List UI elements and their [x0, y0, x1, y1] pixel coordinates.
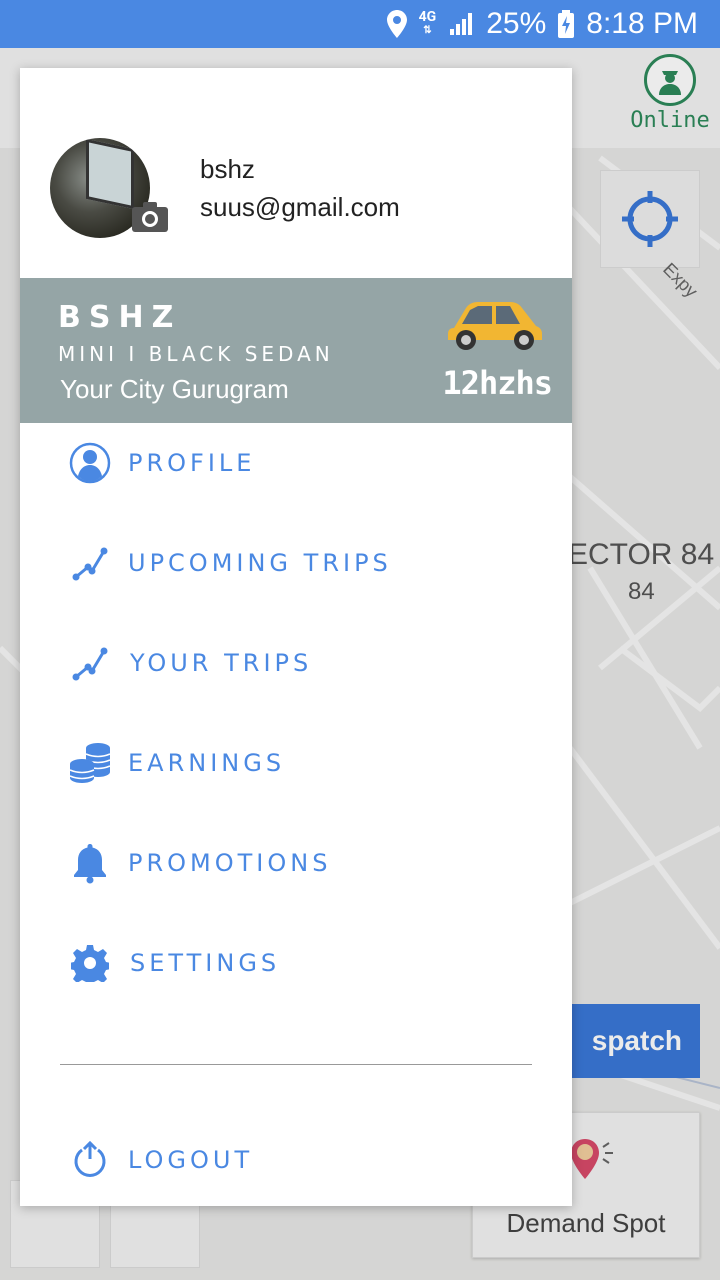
menu-label-promotions: PROMOTIONS: [128, 849, 332, 877]
gear-icon: [68, 941, 112, 985]
camera-icon[interactable]: [132, 202, 168, 236]
coins-icon: [68, 741, 112, 785]
car-icon: [444, 298, 544, 354]
menu-label-logout: LOGOUT: [128, 1146, 254, 1174]
menu-item-settings[interactable]: SETTINGS: [20, 923, 572, 1003]
clock: 8:18 PM: [586, 7, 698, 40]
vehicle-type: MINI I BLACK SEDAN: [58, 342, 334, 366]
route-icon: [68, 541, 112, 585]
user-email: suus@gmail.com: [200, 192, 400, 222]
menu-label-your-trips: YOUR TRIPS: [130, 649, 313, 677]
location-icon: [386, 10, 407, 38]
user-name: bshz: [200, 154, 255, 184]
drawer-header: bshz suus@gmail.com: [20, 68, 572, 278]
battery-percent: 25%: [486, 7, 547, 40]
navigation-drawer: bshz suus@gmail.com BSHZ MINI I BLACK SE…: [20, 68, 572, 1206]
network-4g-icon: 4G ⇅: [418, 9, 437, 36]
menu-item-logout[interactable]: LOGOUT: [20, 1120, 572, 1200]
menu-item-profile[interactable]: PROFILE: [20, 423, 572, 503]
menu-label-settings: SETTINGS: [130, 949, 281, 977]
battery-charging-icon: [558, 10, 575, 38]
signal-icon: [448, 11, 474, 37]
vehicle-panel: BSHZ MINI I BLACK SEDAN Your City Gurugr…: [20, 278, 572, 423]
menu-item-earnings[interactable]: EARNINGS: [20, 723, 572, 803]
city-label: Your City Gurugram: [60, 374, 289, 404]
menu-label-earnings: EARNINGS: [128, 749, 286, 777]
menu-label-profile: PROFILE: [128, 449, 256, 477]
route-icon: [68, 641, 112, 685]
menu-divider: [60, 1064, 532, 1065]
menu-item-upcoming-trips[interactable]: UPCOMING TRIPS: [20, 523, 572, 603]
status-bar: 4G ⇅ 25% 8:18 PM: [0, 0, 720, 48]
menu-item-your-trips[interactable]: YOUR TRIPS: [20, 623, 572, 703]
bell-icon: [68, 841, 112, 885]
driver-name: BSHZ: [58, 300, 182, 335]
plate-number: 12hzhs: [442, 364, 553, 402]
power-icon: [68, 1138, 112, 1182]
menu-item-promotions[interactable]: PROMOTIONS: [20, 823, 572, 903]
menu-label-upcoming-trips: UPCOMING TRIPS: [128, 549, 392, 577]
profile-icon: [68, 441, 112, 485]
